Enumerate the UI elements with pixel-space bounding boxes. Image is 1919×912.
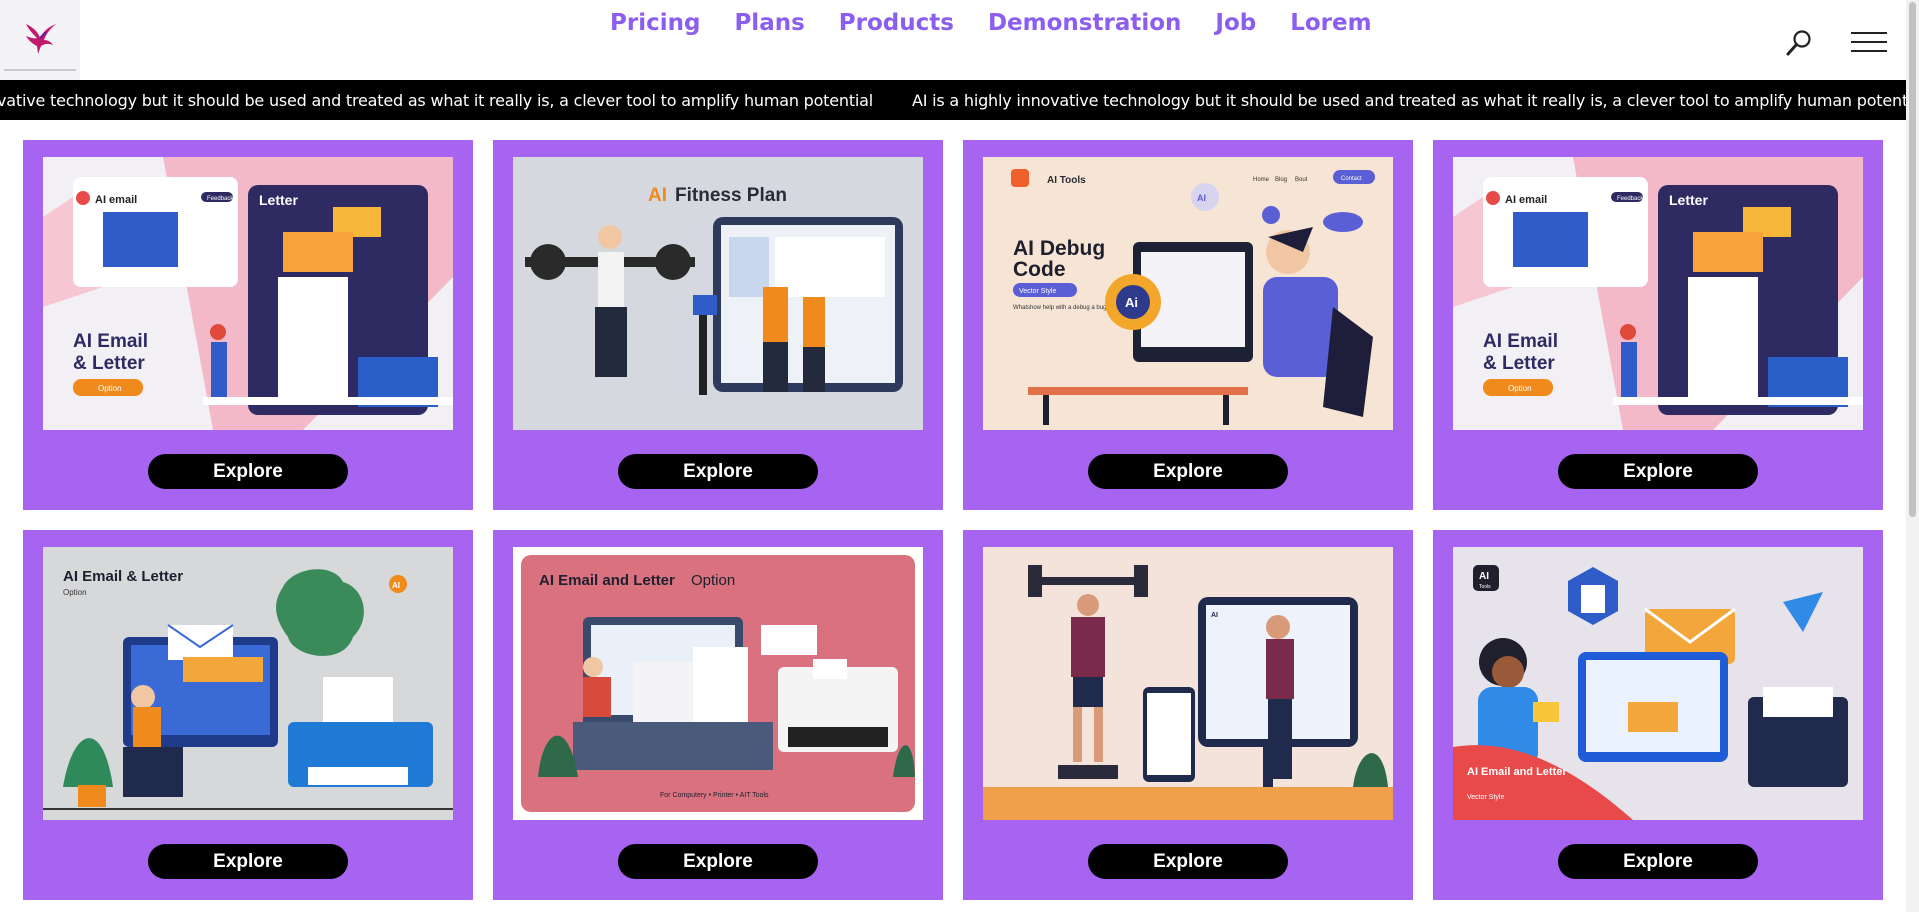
- product-card: Letter AI email Feedback AI Email & Lett…: [23, 140, 473, 510]
- ticker-text: AI is a highly innovative technology but…: [912, 91, 1906, 110]
- site-header: Pricing Plans Products Demonstration Job…: [0, 0, 1900, 80]
- product-card: AI Email & Letter Option AI Explore: [23, 530, 473, 900]
- hamburger-menu-icon[interactable]: [1851, 32, 1887, 52]
- svg-text:AI email: AI email: [95, 194, 137, 206]
- svg-text:AI Email: AI Email: [1483, 331, 1558, 352]
- svg-text:Feedback: Feedback: [207, 196, 234, 202]
- nav-lorem[interactable]: Lorem: [1290, 8, 1371, 38]
- svg-text:AI Email and Letter: AI Email and Letter: [539, 572, 675, 589]
- card-illustration-email-letter: Letter AI email Feedback AI Email & Lett…: [1453, 157, 1863, 430]
- explore-button[interactable]: Explore: [1088, 454, 1288, 489]
- product-card: AI Email and Letter Option For Computery…: [493, 530, 943, 900]
- explore-button[interactable]: Explore: [1558, 844, 1758, 879]
- svg-text:Contact: Contact: [1341, 176, 1362, 182]
- svg-text:Code: Code: [1013, 258, 1066, 281]
- svg-text:Option: Option: [1508, 384, 1532, 393]
- svg-text:AI: AI: [1197, 193, 1206, 203]
- card-illustration-email-letter-vector: AI Tools AI Email and Letter Vector Styl…: [1453, 547, 1863, 820]
- svg-text:Vector Style: Vector Style: [1467, 794, 1504, 801]
- explore-button[interactable]: Explore: [1088, 844, 1288, 879]
- svg-text:AI Tools: AI Tools: [1047, 175, 1086, 186]
- svg-text:AI Debug: AI Debug: [1013, 237, 1105, 260]
- product-card: AI Tools Home Blog Bout Contact AI AI De…: [963, 140, 1413, 510]
- search-icon[interactable]: [1784, 28, 1814, 58]
- main-nav: Pricing Plans Products Demonstration Job…: [610, 8, 1406, 38]
- explore-button[interactable]: Explore: [148, 454, 348, 489]
- svg-text:AI: AI: [1479, 571, 1489, 582]
- svg-text:AI Email & Letter: AI Email & Letter: [63, 568, 183, 585]
- svg-text:Fitness Plan: Fitness Plan: [675, 185, 787, 206]
- nav-demonstration[interactable]: Demonstration: [988, 8, 1181, 38]
- svg-text:Option: Option: [691, 572, 735, 589]
- product-card: AI Tools AI Email and Letter Vector Styl…: [1433, 530, 1883, 900]
- svg-text:AI email: AI email: [1505, 194, 1547, 206]
- explore-button[interactable]: Explore: [1558, 454, 1758, 489]
- svg-text:AI: AI: [1211, 612, 1218, 619]
- svg-text:Ai: Ai: [1125, 295, 1138, 310]
- svg-text:For Computery • Printer • AIT: For Computery • Printer • AIT Tools: [660, 792, 769, 799]
- product-card: AI Explore: [963, 530, 1413, 900]
- logo[interactable]: [0, 0, 80, 80]
- marquee-ticker: vative technology but it should be used …: [0, 80, 1906, 120]
- nav-products[interactable]: Products: [839, 8, 954, 38]
- svg-text:Home: Home: [1253, 177, 1270, 183]
- svg-text:Tools: Tools: [1479, 584, 1491, 590]
- card-illustration-fitness-plan: AI Fitness Plan: [513, 157, 923, 430]
- product-card: Letter AI email Feedback AI Email & Lett…: [1433, 140, 1883, 510]
- svg-text:Feedback: Feedback: [1617, 196, 1644, 202]
- card-illustration-fitness-app: AI: [983, 547, 1393, 820]
- product-card: AI Fitness Plan Explore: [493, 140, 943, 510]
- hummingbird-logo-icon: [26, 24, 56, 54]
- svg-text:AI: AI: [648, 185, 667, 206]
- svg-text:AI Email and Letter: AI Email and Letter: [1467, 766, 1567, 778]
- nav-pricing[interactable]: Pricing: [610, 8, 700, 38]
- page-scrollbar[interactable]: [1906, 0, 1919, 912]
- svg-text:AI Email: AI Email: [73, 331, 148, 352]
- svg-text:Option: Option: [98, 384, 122, 393]
- nav-job[interactable]: Job: [1215, 8, 1256, 38]
- svg-text:Letter: Letter: [1669, 192, 1708, 208]
- card-illustration-email-letter-option: AI Email and Letter Option For Computery…: [513, 547, 923, 820]
- explore-button[interactable]: Explore: [618, 454, 818, 489]
- svg-text:Option: Option: [63, 588, 87, 597]
- svg-text:Letter: Letter: [259, 192, 298, 208]
- card-illustration-email-letter-desk: AI Email & Letter Option AI: [43, 547, 453, 820]
- svg-text:Vector Style: Vector Style: [1019, 288, 1056, 295]
- ticker-text-partial: vative technology but it should be used …: [0, 91, 874, 110]
- nav-plans[interactable]: Plans: [734, 8, 804, 38]
- svg-text:& Letter: & Letter: [1483, 353, 1555, 374]
- scrollbar-thumb[interactable]: [1909, 2, 1916, 517]
- svg-text:Blog: Blog: [1275, 177, 1287, 183]
- svg-text:Bout: Bout: [1295, 177, 1308, 183]
- svg-text:& Letter: & Letter: [73, 353, 145, 374]
- card-illustration-debug-code: AI Tools Home Blog Bout Contact AI AI De…: [983, 157, 1393, 430]
- explore-button[interactable]: Explore: [148, 844, 348, 879]
- card-illustration-email-letter: Letter AI email Feedback AI Email & Lett…: [43, 157, 453, 430]
- explore-button[interactable]: Explore: [618, 844, 818, 879]
- svg-text:AI: AI: [392, 581, 400, 590]
